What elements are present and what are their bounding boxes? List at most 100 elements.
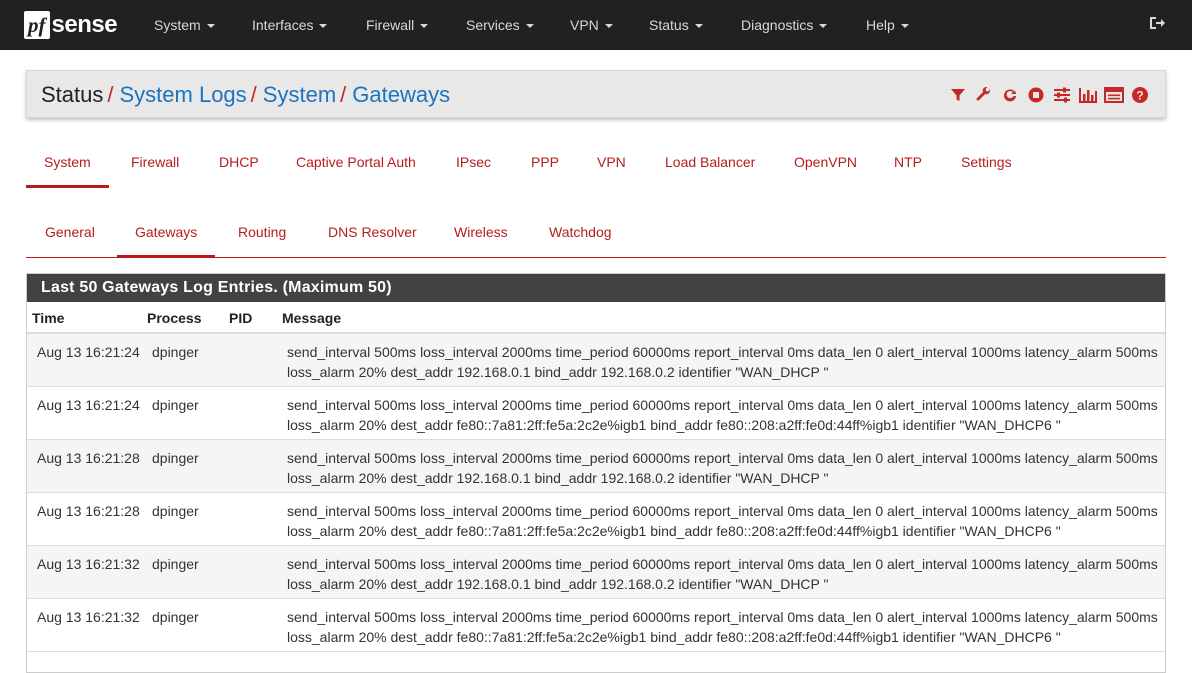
sliders-icon[interactable] [1051,85,1073,105]
active-tab-indicator [117,255,216,258]
nav-status[interactable]: Status [649,0,703,50]
message-line: loss_alarm 20% dest_addr fe80::7a81:2ff:… [287,417,1061,433]
cell-process: dpinger [152,609,199,625]
cell-time: Aug 13 16:21:28 [37,503,140,519]
filter-icon[interactable] [947,85,969,105]
breadcrumb-system-logs[interactable]: System Logs [120,82,247,107]
cell-time: Aug 13 16:21:24 [37,397,140,413]
tab-settings-label: Settings [961,154,1012,170]
cell-process: dpinger [152,503,199,519]
tab-watchdog-label: Watchdog [549,224,612,240]
tab-dns-resolver[interactable]: DNS Resolver [310,210,435,254]
cell-message: send_interval 500ms loss_interval 2000ms… [287,554,1161,594]
message-line: loss_alarm 20% dest_addr 192.168.0.1 bin… [287,576,829,592]
message-line: loss_alarm 20% dest_addr fe80::7a81:2ff:… [287,629,1061,645]
tab-openvpn-label: OpenVPN [794,154,858,170]
active-tab-indicator [26,185,109,188]
cell-time: Aug 13 16:21:24 [37,344,140,360]
secondary-tabs: General Gateways Routing DNS Resolver Wi… [26,210,1166,258]
cell-message: send_interval 500ms loss_interval 2000ms… [287,395,1161,435]
nav-diagnostics-label: Diagnostics [741,17,814,33]
logo-pf-text: pf [24,11,50,39]
breadcrumb-status: Status [41,82,104,107]
bar-chart-icon[interactable] [1077,85,1099,105]
cell-process: dpinger [152,344,199,360]
cell-time: Aug 13 16:21:32 [37,556,140,572]
chevron-down-icon [604,24,613,29]
message-line: send_interval 500ms loss_interval 2000ms… [287,450,1158,466]
nav-interfaces[interactable]: Interfaces [252,0,328,50]
chevron-down-icon [525,24,534,29]
column-header-pid[interactable]: PID [229,310,252,326]
nav-services[interactable]: Services [466,0,534,50]
nav-help[interactable]: Help [866,0,909,50]
nav-services-label: Services [466,17,520,33]
breadcrumb-separator: / [340,82,347,107]
tab-dhcp[interactable]: DHCP [201,140,277,184]
refresh-icon[interactable] [999,85,1021,105]
tab-wireless[interactable]: Wireless [436,210,526,254]
message-line: send_interval 500ms loss_interval 2000ms… [287,344,1158,360]
tab-ntp[interactable]: NTP [876,140,940,184]
tab-vpn[interactable]: VPN [579,140,644,184]
nav-interfaces-label: Interfaces [252,17,314,33]
table-row: Aug 13 16:21:32 dpinger send_interval 50… [27,599,1165,652]
help-icon[interactable]: ? [1129,85,1151,105]
cell-message: send_interval 500ms loss_interval 2000ms… [287,607,1161,647]
nav-firewall[interactable]: Firewall [366,0,429,50]
pfsense-logo[interactable]: pf sense [24,11,118,39]
wrench-icon[interactable] [973,85,995,105]
cell-message: send_interval 500ms loss_interval 2000ms… [287,342,1161,382]
message-line: loss_alarm 20% dest_addr 192.168.0.1 bin… [287,364,829,380]
stop-icon[interactable] [1025,85,1047,105]
log-panel: Last 50 Gateways Log Entries. (Maximum 5… [26,273,1166,673]
tab-ppp[interactable]: PPP [513,140,577,184]
column-header-message[interactable]: Message [282,310,341,326]
tab-dns-resolver-label: DNS Resolver [328,224,417,240]
chevron-down-icon [900,24,909,29]
nav-system-label: System [154,17,201,33]
tab-load-balancer[interactable]: Load Balancer [647,140,773,184]
breadcrumb-separator: / [250,82,257,107]
message-line: send_interval 500ms loss_interval 2000ms… [287,503,1158,519]
nav-vpn-label: VPN [570,17,599,33]
tab-firewall-label: Firewall [131,154,180,170]
nav-vpn[interactable]: VPN [570,0,613,50]
tab-general-label: General [45,224,95,240]
nav-status-label: Status [649,17,689,33]
tab-ipsec[interactable]: IPsec [438,140,509,184]
table-row: Aug 13 16:21:28 dpinger send_interval 50… [27,440,1165,493]
table-row: Aug 13 16:21:24 dpinger send_interval 50… [27,334,1165,387]
cell-process: dpinger [152,397,199,413]
tab-vpn-label: VPN [597,154,626,170]
tab-watchdog[interactable]: Watchdog [531,210,630,254]
breadcrumb-gateways[interactable]: Gateways [352,82,450,107]
table-header: Time Process PID Message [27,302,1165,334]
tab-gateways[interactable]: Gateways [117,210,216,258]
tab-wireless-label: Wireless [454,224,508,240]
tab-general[interactable]: General [27,210,113,254]
tab-system[interactable]: System [26,140,109,188]
nav-diagnostics[interactable]: Diagnostics [741,0,828,50]
tab-firewall[interactable]: Firewall [113,140,197,184]
table-body: Aug 13 16:21:24 dpinger send_interval 50… [27,334,1165,652]
table-row: Aug 13 16:21:24 dpinger send_interval 50… [27,387,1165,440]
cell-process: dpinger [152,450,199,466]
tab-routing[interactable]: Routing [220,210,304,254]
tab-settings[interactable]: Settings [943,140,1030,184]
logo-sense-text: sense [51,11,118,38]
column-header-time[interactable]: Time [32,310,64,326]
tab-captive-portal-auth[interactable]: Captive Portal Auth [278,140,434,184]
panel-title: Last 50 Gateways Log Entries. (Maximum 5… [27,274,1165,302]
message-line: send_interval 500ms loss_interval 2000ms… [287,609,1158,625]
column-header-process[interactable]: Process [147,310,201,326]
breadcrumb-system[interactable]: System [263,82,336,107]
tab-openvpn[interactable]: OpenVPN [776,140,875,184]
nav-system[interactable]: System [154,0,215,50]
chevron-down-icon [420,24,429,29]
list-icon[interactable] [1103,85,1125,105]
tab-gateways-label: Gateways [135,224,198,240]
svg-text:?: ? [1136,89,1143,103]
message-line: loss_alarm 20% dest_addr 192.168.0.1 bin… [287,470,829,486]
logout-icon[interactable] [1148,14,1166,32]
